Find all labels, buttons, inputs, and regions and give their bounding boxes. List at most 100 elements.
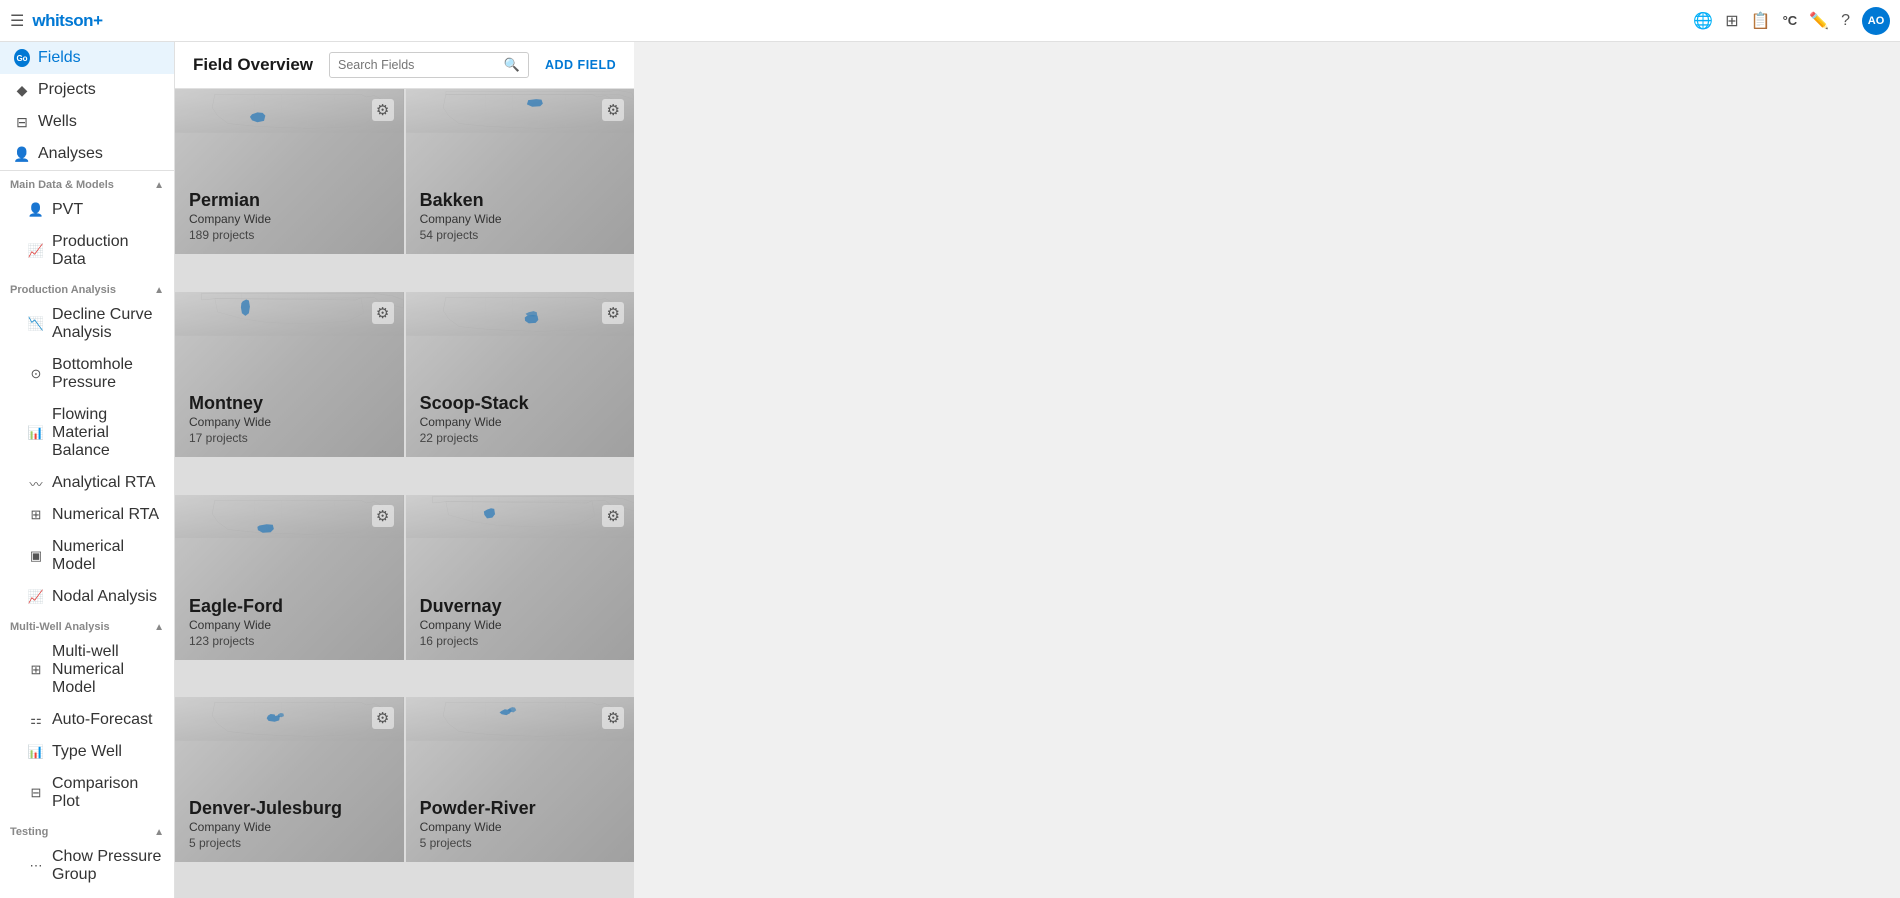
card-gear-permian[interactable]: ⚙ (372, 99, 394, 121)
sidebar-item-flowing-material[interactable]: 📊 Flowing Material Balance (0, 399, 174, 467)
sidebar-item-comparison-plot[interactable]: ⊟ Comparison Plot (0, 768, 174, 818)
bottomhole-icon: ⊙ (28, 366, 44, 382)
grid-icon[interactable]: ⊞ (1725, 11, 1738, 31)
type-well-icon: 📊 (28, 744, 44, 760)
page-title: Field Overview (193, 55, 313, 75)
field-card-permian[interactable]: ⚙ Permian Company Wide 189 projects (175, 89, 404, 254)
auto-forecast-label: Auto-Forecast (52, 711, 164, 729)
globe-icon[interactable]: 🌐 (1693, 11, 1713, 31)
sidebar-item-decline-curve[interactable]: 📉 Decline Curve Analysis (0, 299, 174, 349)
card-gear-powder-river[interactable]: ⚙ (602, 707, 624, 729)
field-name-eagle-ford: Eagle-Ford (189, 596, 283, 617)
numerical-rta-icon: ⊞ (28, 507, 44, 523)
field-projects-denver-julesburg: 5 projects (189, 836, 342, 850)
app-layout: ☰ whitson+ 🌐 ⊞ 📋 °C ✏️ ? AO Go Fields (0, 0, 634, 898)
field-card-montney[interactable]: ⚙ Montney Company Wide 17 projects (175, 292, 404, 457)
sidebar-item-numerical-rta[interactable]: ⊞ Numerical RTA (0, 499, 174, 531)
analytical-rta-icon: 〰 (28, 475, 44, 491)
field-name-scoop-stack: Scoop-Stack (420, 393, 529, 414)
main-content: Field Overview 🔍 ADD FIELD (175, 42, 634, 898)
sidebar-item-auto-forecast[interactable]: ⚏ Auto-Forecast (0, 704, 174, 736)
type-well-label: Type Well (52, 743, 164, 761)
section-main-data-label: Main Data & Models (10, 179, 114, 191)
section-production-analysis-toggle: ▲ (154, 285, 164, 296)
chow-pressure-label: Chow Pressure Group (52, 848, 164, 884)
field-projects-duvernay: 16 projects (420, 634, 502, 648)
avatar-initials: AO (1868, 15, 1885, 27)
temperature-icon[interactable]: °C (1783, 13, 1798, 28)
map-scoop-stack (406, 292, 635, 336)
card-gear-scoop-stack[interactable]: ⚙ (602, 302, 624, 324)
sidebar-top-items: Go Fields ◆ Projects ⊟ Wells 👤 Analyses (0, 42, 174, 171)
wells-icon: ⊟ (14, 114, 30, 130)
field-card-duvernay[interactable]: ⚙ Duvernay Company Wide 16 projects (406, 495, 635, 660)
map-eagle-ford (175, 495, 404, 539)
sidebar-item-dfit[interactable]: ⊥ DFIT (0, 891, 174, 898)
numerical-model-icon: ▣ (28, 548, 44, 564)
map-permian (175, 89, 404, 133)
section-well-testing[interactable]: Testing ▲ (0, 818, 174, 841)
sidebar-item-numerical-model[interactable]: ▣ Numerical Model (0, 531, 174, 581)
sidebar-item-bottomhole[interactable]: ⊙ Bottomhole Pressure (0, 349, 174, 399)
card-gear-duvernay[interactable]: ⚙ (602, 505, 624, 527)
add-field-button[interactable]: ADD FIELD (545, 58, 616, 72)
multi-well-label: Multi-well Numerical Model (52, 643, 164, 697)
search-input[interactable] (338, 58, 498, 72)
search-box[interactable]: 🔍 (329, 52, 529, 78)
document-icon[interactable]: 📋 (1751, 11, 1771, 31)
field-card-eagle-ford[interactable]: ⚙ Eagle-Ford Company Wide 123 projects (175, 495, 404, 660)
app-logo: whitson+ (32, 11, 102, 31)
map-powder-river (406, 697, 635, 741)
sidebar-item-chow-pressure[interactable]: ⋯ Chow Pressure Group (0, 841, 174, 891)
section-production-analysis[interactable]: Production Analysis ▲ (0, 276, 174, 299)
nodal-analysis-icon: 📈 (28, 589, 44, 605)
sidebar-item-analyses[interactable]: 👤 Analyses (0, 138, 174, 170)
auto-forecast-icon: ⚏ (28, 712, 44, 728)
section-multi-well-toggle: ▲ (154, 622, 164, 633)
help-icon[interactable]: ? (1841, 12, 1850, 30)
sidebar-item-wells[interactable]: ⊟ Wells (0, 106, 174, 138)
sidebar-item-fields-label: Fields (38, 49, 164, 67)
card-info-scoop-stack: Scoop-Stack Company Wide 22 projects (420, 393, 529, 445)
map-bakken (406, 89, 635, 133)
pvt-label: PVT (52, 201, 164, 219)
field-card-bakken[interactable]: ⚙ Bakken Company Wide 54 projects (406, 89, 635, 254)
card-gear-denver-julesburg[interactable]: ⚙ (372, 707, 394, 729)
card-gear-eagle-ford[interactable]: ⚙ (372, 505, 394, 527)
edit-icon[interactable]: ✏️ (1809, 11, 1829, 31)
field-subtitle-powder-river: Company Wide (420, 820, 536, 834)
sidebar-item-wells-label: Wells (38, 113, 164, 131)
field-subtitle-denver-julesburg: Company Wide (189, 820, 342, 834)
field-subtitle-montney: Company Wide (189, 415, 271, 429)
avatar[interactable]: AO (1862, 7, 1890, 35)
card-gear-bakken[interactable]: ⚙ (602, 99, 624, 121)
field-projects-montney: 17 projects (189, 431, 271, 445)
menu-icon[interactable]: ☰ (10, 11, 24, 31)
multi-well-icon: ⊞ (28, 662, 44, 678)
section-well-testing-label: Testing (10, 826, 48, 838)
comparison-plot-icon: ⊟ (28, 785, 44, 801)
sidebar-item-fields[interactable]: Go Fields (0, 42, 174, 74)
decline-curve-label: Decline Curve Analysis (52, 306, 164, 342)
sidebar-item-nodal-analysis[interactable]: 📈 Nodal Analysis (0, 581, 174, 613)
card-info-bakken: Bakken Company Wide 54 projects (420, 190, 502, 242)
card-info-denver-julesburg: Denver-Julesburg Company Wide 5 projects (189, 798, 342, 850)
pvt-icon: 👤 (28, 202, 44, 218)
card-info-eagle-ford: Eagle-Ford Company Wide 123 projects (189, 596, 283, 648)
field-card-denver-julesburg[interactable]: ⚙ Denver-Julesburg Company Wide 5 projec… (175, 697, 404, 862)
field-card-scoop-stack[interactable]: ⚙ Scoop-Stack Company Wide 22 projects (406, 292, 635, 457)
numerical-rta-label: Numerical RTA (52, 506, 164, 524)
field-grid: ⚙ Permian Company Wide 189 projects (175, 89, 634, 898)
section-main-data[interactable]: Main Data & Models ▲ (0, 171, 174, 194)
sidebar: Go Fields ◆ Projects ⊟ Wells 👤 Analyses … (0, 42, 175, 898)
sidebar-item-production-data[interactable]: 📈 Production Data (0, 226, 174, 276)
sidebar-item-multi-well-numerical[interactable]: ⊞ Multi-well Numerical Model (0, 636, 174, 704)
sidebar-item-pvt[interactable]: 👤 PVT (0, 194, 174, 226)
section-multi-well[interactable]: Multi-Well Analysis ▲ (0, 613, 174, 636)
field-card-powder-river[interactable]: ⚙ Powder-River Company Wide 5 projects (406, 697, 635, 862)
flowing-material-icon: 📊 (28, 425, 44, 441)
sidebar-item-analytical-rta[interactable]: 〰 Analytical RTA (0, 467, 174, 499)
card-gear-montney[interactable]: ⚙ (372, 302, 394, 324)
sidebar-item-projects[interactable]: ◆ Projects (0, 74, 174, 106)
sidebar-item-type-well[interactable]: 📊 Type Well (0, 736, 174, 768)
